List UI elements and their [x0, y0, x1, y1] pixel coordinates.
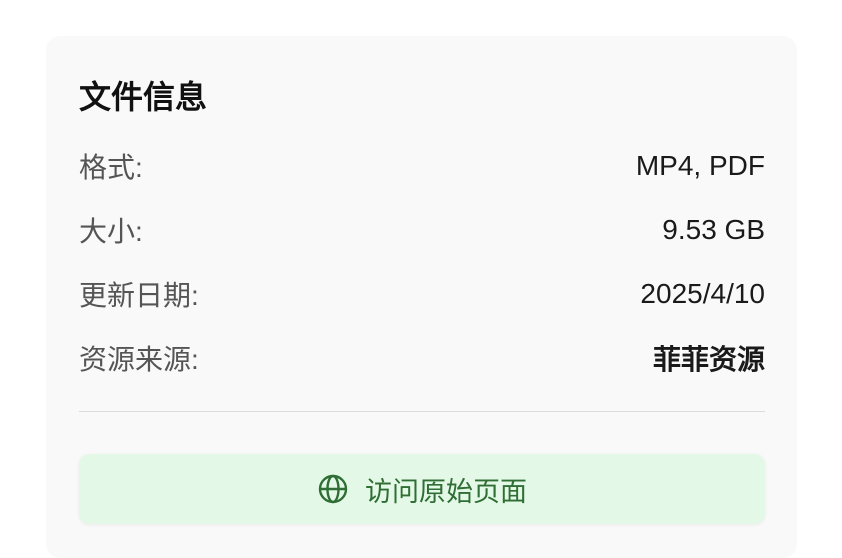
update-date-value: 2025/4/10: [640, 278, 765, 309]
globe-icon: [317, 473, 349, 505]
size-label: 大小:: [79, 216, 143, 247]
info-row-source: 资源来源: 菲菲资源: [79, 338, 765, 378]
source-value: 菲菲资源: [652, 344, 765, 375]
visit-original-page-button[interactable]: 访问原始页面: [79, 454, 765, 524]
info-row-update-date: 更新日期: 2025/4/10: [79, 274, 765, 314]
info-row-size: 大小: 9.53 GB: [79, 210, 765, 250]
info-row-format: 格式: MP4, PDF: [79, 146, 765, 186]
divider: [79, 411, 765, 412]
file-info-card: 文件信息 格式: MP4, PDF 大小: 9.53 GB 更新日期: 2025…: [46, 36, 797, 558]
update-date-label: 更新日期:: [79, 280, 199, 311]
source-label: 资源来源:: [79, 344, 199, 375]
format-value: MP4, PDF: [635, 150, 765, 181]
visit-button-label: 访问原始页面: [365, 476, 527, 507]
size-value: 9.53 GB: [662, 214, 765, 245]
format-label: 格式:: [79, 152, 143, 183]
card-title: 文件信息: [79, 79, 208, 115]
